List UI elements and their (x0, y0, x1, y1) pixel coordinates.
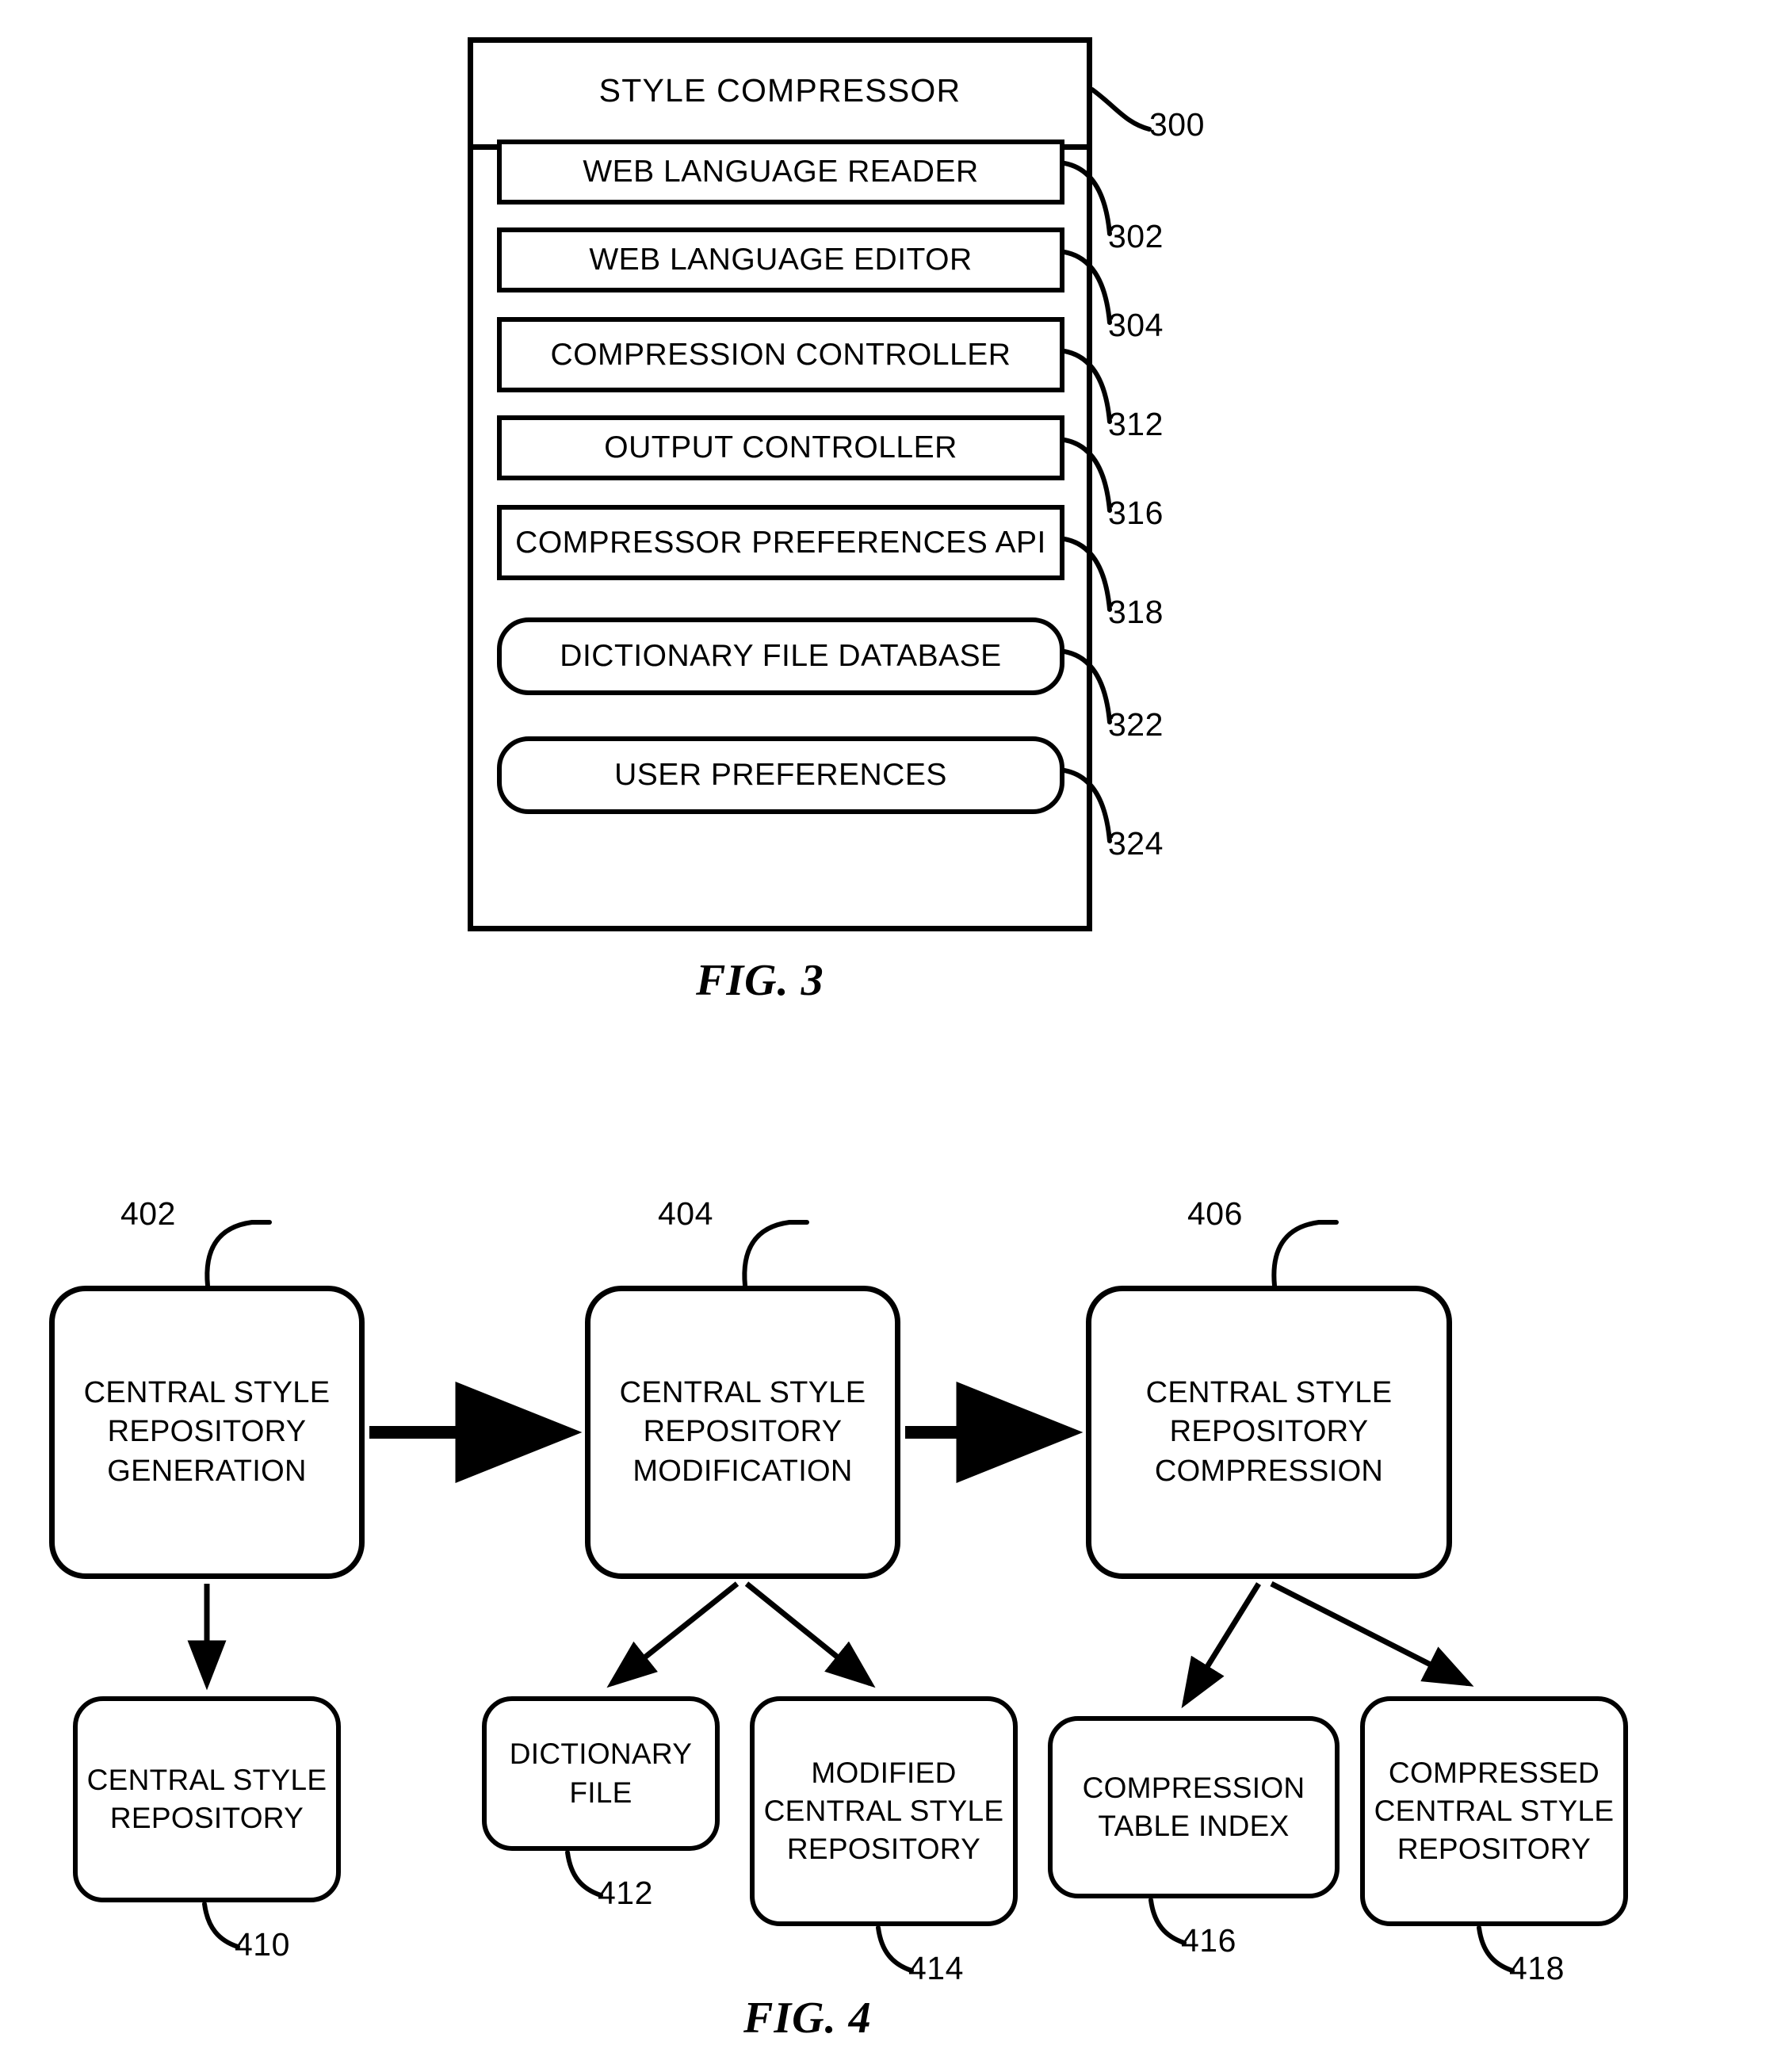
leader-418 (1477, 1925, 1515, 1973)
arrow-406-to-416 (1181, 1582, 1261, 1709)
leader-410 (202, 1902, 240, 1949)
figure-4-caption: FIG. 4 (743, 1994, 872, 2043)
leader-406 (1271, 1220, 1321, 1288)
arrow-404-to-414 (744, 1581, 876, 1688)
reference-numeral-416: 416 (1181, 1922, 1236, 1959)
arrow-404-to-412 (606, 1581, 740, 1688)
reference-numeral-404: 404 (658, 1195, 713, 1232)
arrow-406-to-418 (1270, 1581, 1474, 1687)
reference-numeral-418: 418 (1509, 1950, 1565, 1986)
reference-numeral-402: 402 (120, 1195, 176, 1232)
reference-numeral-414: 414 (908, 1950, 964, 1986)
leader-404 (742, 1220, 792, 1288)
leader-402 (204, 1220, 254, 1288)
reference-numeral-406: 406 (1187, 1195, 1243, 1232)
reference-numeral-410: 410 (235, 1926, 290, 1963)
reference-numeral-412: 412 (598, 1875, 653, 1911)
patent-figure-sheet: STYLE COMPRESSOR WEB LANGUAGE READER WEB… (0, 0, 1781, 2072)
leader-416 (1148, 1898, 1187, 1945)
leader-412 (565, 1850, 603, 1898)
leader-414 (876, 1925, 914, 1973)
figure-4-connectors (187, 1220, 1515, 1973)
